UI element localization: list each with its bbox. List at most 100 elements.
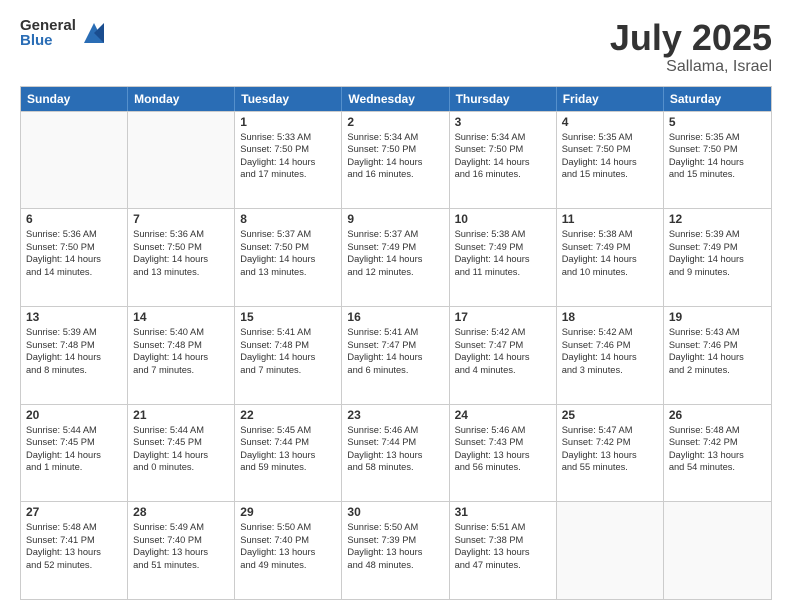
calendar-row-0: 1Sunrise: 5:33 AMSunset: 7:50 PMDaylight… bbox=[21, 111, 771, 209]
cell-line: and 54 minutes. bbox=[669, 461, 766, 474]
cell-line: Daylight: 14 hours bbox=[562, 351, 658, 364]
page: General Blue July 2025 Sallama, Israel S… bbox=[0, 0, 792, 612]
cell-line: Sunrise: 5:45 AM bbox=[240, 424, 336, 437]
cell-line: Sunrise: 5:44 AM bbox=[26, 424, 122, 437]
calendar-cell-r2c6: 19Sunrise: 5:43 AMSunset: 7:46 PMDayligh… bbox=[664, 307, 771, 404]
calendar-cell-r0c2: 1Sunrise: 5:33 AMSunset: 7:50 PMDaylight… bbox=[235, 112, 342, 209]
cell-line: Sunrise: 5:42 AM bbox=[562, 326, 658, 339]
calendar-cell-r3c3: 23Sunrise: 5:46 AMSunset: 7:44 PMDayligh… bbox=[342, 405, 449, 502]
cell-line: and 0 minutes. bbox=[133, 461, 229, 474]
cell-line: Sunrise: 5:34 AM bbox=[347, 131, 443, 144]
calendar-cell-r2c1: 14Sunrise: 5:40 AMSunset: 7:48 PMDayligh… bbox=[128, 307, 235, 404]
day-number: 9 bbox=[347, 212, 443, 226]
calendar-cell-r0c0 bbox=[21, 112, 128, 209]
calendar-cell-r3c6: 26Sunrise: 5:48 AMSunset: 7:42 PMDayligh… bbox=[664, 405, 771, 502]
cell-line: and 7 minutes. bbox=[240, 364, 336, 377]
calendar-cell-r3c2: 22Sunrise: 5:45 AMSunset: 7:44 PMDayligh… bbox=[235, 405, 342, 502]
cell-line: Sunset: 7:44 PM bbox=[240, 436, 336, 449]
cell-line: Sunset: 7:39 PM bbox=[347, 534, 443, 547]
cell-line: and 17 minutes. bbox=[240, 168, 336, 181]
cell-line: Sunrise: 5:48 AM bbox=[26, 521, 122, 534]
calendar-cell-r3c5: 25Sunrise: 5:47 AMSunset: 7:42 PMDayligh… bbox=[557, 405, 664, 502]
day-number: 6 bbox=[26, 212, 122, 226]
day-number: 28 bbox=[133, 505, 229, 519]
header: General Blue July 2025 Sallama, Israel bbox=[20, 18, 772, 76]
calendar-cell-r4c4: 31Sunrise: 5:51 AMSunset: 7:38 PMDayligh… bbox=[450, 502, 557, 599]
day-number: 12 bbox=[669, 212, 766, 226]
cell-line: Sunrise: 5:47 AM bbox=[562, 424, 658, 437]
calendar-cell-r4c2: 29Sunrise: 5:50 AMSunset: 7:40 PMDayligh… bbox=[235, 502, 342, 599]
cell-line: Sunset: 7:49 PM bbox=[669, 241, 766, 254]
cell-line: Sunrise: 5:38 AM bbox=[455, 228, 551, 241]
cell-line: and 3 minutes. bbox=[562, 364, 658, 377]
calendar-cell-r0c3: 2Sunrise: 5:34 AMSunset: 7:50 PMDaylight… bbox=[342, 112, 449, 209]
cell-line: and 10 minutes. bbox=[562, 266, 658, 279]
day-number: 17 bbox=[455, 310, 551, 324]
cell-line: Sunset: 7:44 PM bbox=[347, 436, 443, 449]
cell-line: Sunrise: 5:35 AM bbox=[669, 131, 766, 144]
header-day-friday: Friday bbox=[557, 87, 664, 111]
day-number: 23 bbox=[347, 408, 443, 422]
cell-line: Daylight: 14 hours bbox=[240, 253, 336, 266]
day-number: 7 bbox=[133, 212, 229, 226]
cell-line: Sunrise: 5:36 AM bbox=[133, 228, 229, 241]
day-number: 11 bbox=[562, 212, 658, 226]
cell-line: Daylight: 14 hours bbox=[26, 253, 122, 266]
cell-line: and 59 minutes. bbox=[240, 461, 336, 474]
cell-line: and 8 minutes. bbox=[26, 364, 122, 377]
cell-line: Sunset: 7:48 PM bbox=[26, 339, 122, 352]
cell-line: Sunset: 7:42 PM bbox=[562, 436, 658, 449]
cell-line: Daylight: 14 hours bbox=[133, 449, 229, 462]
cell-line: Sunrise: 5:41 AM bbox=[240, 326, 336, 339]
cell-line: Daylight: 13 hours bbox=[240, 546, 336, 559]
calendar-cell-r1c6: 12Sunrise: 5:39 AMSunset: 7:49 PMDayligh… bbox=[664, 209, 771, 306]
cell-line: Sunset: 7:50 PM bbox=[26, 241, 122, 254]
day-number: 4 bbox=[562, 115, 658, 129]
cell-line: Daylight: 13 hours bbox=[347, 449, 443, 462]
cell-line: Sunrise: 5:35 AM bbox=[562, 131, 658, 144]
cell-line: and 9 minutes. bbox=[669, 266, 766, 279]
day-number: 26 bbox=[669, 408, 766, 422]
day-number: 18 bbox=[562, 310, 658, 324]
calendar-row-1: 6Sunrise: 5:36 AMSunset: 7:50 PMDaylight… bbox=[21, 208, 771, 306]
day-number: 30 bbox=[347, 505, 443, 519]
day-number: 2 bbox=[347, 115, 443, 129]
cell-line: Daylight: 13 hours bbox=[669, 449, 766, 462]
logo-text: General Blue bbox=[20, 18, 76, 48]
cell-line: Daylight: 13 hours bbox=[240, 449, 336, 462]
day-number: 10 bbox=[455, 212, 551, 226]
cell-line: and 52 minutes. bbox=[26, 559, 122, 572]
cell-line: Sunset: 7:46 PM bbox=[669, 339, 766, 352]
cell-line: Sunset: 7:45 PM bbox=[133, 436, 229, 449]
cell-line: and 15 minutes. bbox=[562, 168, 658, 181]
calendar-cell-r1c2: 8Sunrise: 5:37 AMSunset: 7:50 PMDaylight… bbox=[235, 209, 342, 306]
cell-line: Sunrise: 5:37 AM bbox=[347, 228, 443, 241]
cell-line: Sunrise: 5:36 AM bbox=[26, 228, 122, 241]
day-number: 16 bbox=[347, 310, 443, 324]
day-number: 25 bbox=[562, 408, 658, 422]
cell-line: and 56 minutes. bbox=[455, 461, 551, 474]
calendar-cell-r2c5: 18Sunrise: 5:42 AMSunset: 7:46 PMDayligh… bbox=[557, 307, 664, 404]
calendar-cell-r2c3: 16Sunrise: 5:41 AMSunset: 7:47 PMDayligh… bbox=[342, 307, 449, 404]
calendar-cell-r1c4: 10Sunrise: 5:38 AMSunset: 7:49 PMDayligh… bbox=[450, 209, 557, 306]
day-number: 21 bbox=[133, 408, 229, 422]
calendar-cell-r4c3: 30Sunrise: 5:50 AMSunset: 7:39 PMDayligh… bbox=[342, 502, 449, 599]
cell-line: and 15 minutes. bbox=[669, 168, 766, 181]
cell-line: Daylight: 14 hours bbox=[562, 156, 658, 169]
day-number: 1 bbox=[240, 115, 336, 129]
title-block: July 2025 Sallama, Israel bbox=[610, 18, 772, 76]
logo-icon bbox=[80, 19, 108, 47]
cell-line: Daylight: 14 hours bbox=[669, 156, 766, 169]
cell-line: Sunset: 7:45 PM bbox=[26, 436, 122, 449]
cell-line: Sunrise: 5:34 AM bbox=[455, 131, 551, 144]
calendar-cell-r1c0: 6 Sunrise: 5:36 AMSunset: 7:50 PMDaylight… bbox=[21, 209, 128, 306]
cell-line: Daylight: 14 hours bbox=[347, 253, 443, 266]
day-number: 8 bbox=[240, 212, 336, 226]
calendar-title: July 2025 bbox=[610, 18, 772, 58]
header-day-saturday: Saturday bbox=[664, 87, 771, 111]
logo-blue: Blue bbox=[20, 33, 76, 48]
logo-general: General bbox=[20, 18, 76, 33]
day-number: 3 bbox=[455, 115, 551, 129]
cell-line: Daylight: 13 hours bbox=[347, 546, 443, 559]
cell-line: Sunset: 7:41 PM bbox=[26, 534, 122, 547]
